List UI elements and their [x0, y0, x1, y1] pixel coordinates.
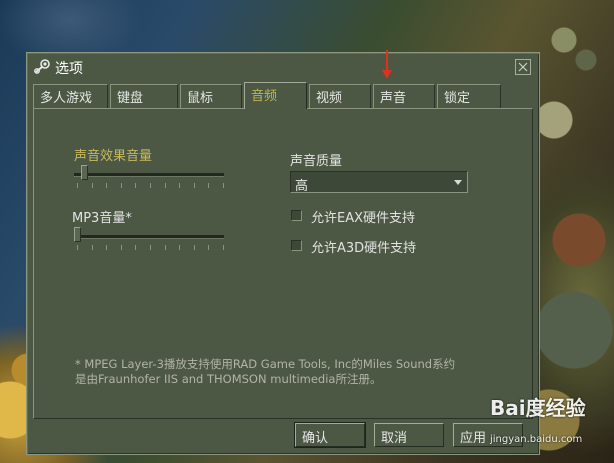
slider-tick [179, 245, 180, 250]
slider-tick [92, 183, 93, 188]
slider-tick [165, 245, 166, 250]
baidu-watermark: Bai度经验 jingyan.baidu.com [490, 392, 610, 452]
slider-tick [223, 183, 224, 188]
ok-button[interactable]: 确认 [294, 422, 366, 448]
slider-tick [194, 245, 195, 250]
mp3-volume-label: MP3音量* [72, 211, 132, 226]
tab-video[interactable]: 视频 [309, 84, 371, 108]
annotation-arrow-icon [382, 50, 392, 79]
slider-tick [208, 245, 209, 250]
steam-icon [33, 58, 51, 76]
eax-label: 允许EAX硬件支持 [311, 211, 416, 226]
slider-tick [121, 183, 122, 188]
slider-tick [150, 245, 151, 250]
a3d-checkbox[interactable] [291, 240, 302, 251]
close-button[interactable] [515, 59, 531, 75]
slider-tick [179, 183, 180, 188]
tab-bar: 多人游戏 键盘 鼠标 音频 视频 声音 锁定 [33, 82, 533, 109]
quality-label: 声音质量 [290, 154, 343, 169]
slider-tick [92, 245, 93, 250]
mp3-volume-slider[interactable] [74, 227, 226, 251]
cancel-button[interactable]: 取消 [374, 423, 444, 447]
a3d-option[interactable]: 允许A3D硬件支持 [291, 237, 471, 256]
quality-value: 高 [295, 179, 309, 194]
slider-track [74, 173, 224, 177]
tab-audio[interactable]: 音频 [244, 82, 307, 109]
slider-thumb[interactable] [81, 165, 88, 180]
options-dialog: 选项 多人游戏 键盘 鼠标 音频 视频 声音 锁定 声音效果音量 MP3音量* [26, 52, 540, 455]
close-icon [518, 62, 528, 72]
eax-option[interactable]: 允许EAX硬件支持 [291, 207, 471, 226]
slider-tick [121, 245, 122, 250]
tab-voice[interactable]: 声音 [373, 84, 435, 108]
watermark-logo: Bai度经验 [490, 396, 586, 420]
eax-checkbox[interactable] [291, 210, 302, 221]
quality-select[interactable]: 高 [290, 171, 468, 194]
slider-track [74, 235, 224, 239]
slider-tick [106, 183, 107, 188]
slider-tick [106, 245, 107, 250]
effects-volume-slider[interactable] [74, 165, 226, 189]
slider-tick [150, 183, 151, 188]
chevron-down-icon [454, 180, 462, 185]
a3d-label: 允许A3D硬件支持 [311, 241, 417, 256]
footnote-line-1: * MPEG Layer-3播放支持使用RAD Game Tools, Inc的… [75, 357, 456, 371]
slider-ticks [74, 245, 226, 250]
slider-tick [208, 183, 209, 188]
dialog-title: 选项 [55, 61, 83, 77]
footnote-line-2: 是由Fraunhofer IIS and THOMSON multimedia所… [75, 372, 382, 386]
tab-mouse[interactable]: 鼠标 [180, 84, 242, 108]
slider-tick [135, 245, 136, 250]
slider-tick [135, 183, 136, 188]
watermark-url: jingyan.baidu.com [490, 434, 583, 445]
title-bar[interactable]: 选项 [27, 53, 539, 81]
slider-tick [165, 183, 166, 188]
mp3-footnote: * MPEG Layer-3播放支持使用RAD Game Tools, Inc的… [75, 357, 495, 387]
slider-tick [194, 183, 195, 188]
slider-ticks [74, 183, 226, 188]
effects-volume-label: 声音效果音量 [74, 149, 153, 164]
slider-tick [223, 245, 224, 250]
slider-tick [77, 183, 78, 188]
tab-multiplayer[interactable]: 多人游戏 [33, 84, 108, 108]
slider-thumb[interactable] [74, 227, 81, 242]
tab-keyboard[interactable]: 键盘 [110, 84, 178, 108]
tab-lock[interactable]: 锁定 [437, 84, 501, 108]
slider-tick [77, 245, 78, 250]
